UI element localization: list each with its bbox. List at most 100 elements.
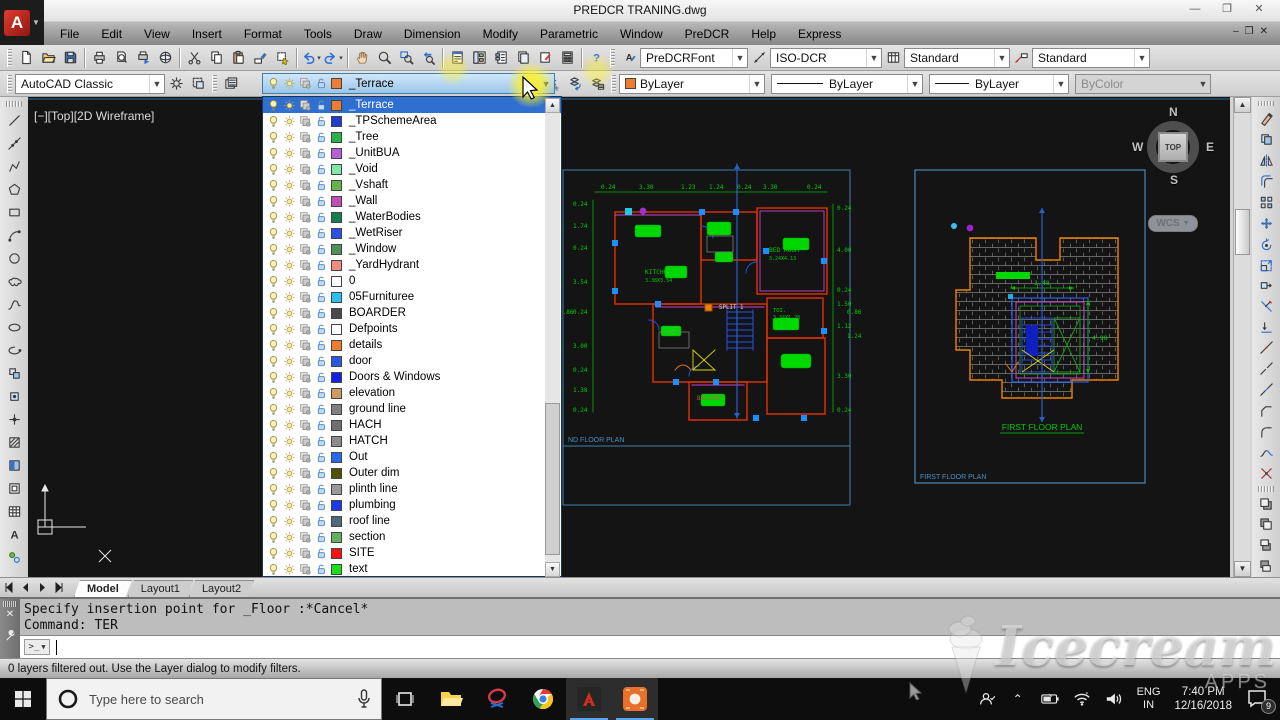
layer-unlock-icon[interactable] [315,259,328,272]
layer-vp-freeze-icon[interactable] [299,515,312,528]
undo-button[interactable]: ▾ [300,47,322,69]
layer-thaw-icon[interactable] [283,467,296,480]
layer-on-icon[interactable] [267,499,280,512]
send-under-button[interactable] [1255,556,1278,577]
layer-item-_Wall[interactable]: _Wall [263,193,561,209]
chevron-down-icon[interactable]: ▼ [749,74,764,93]
dropdown-scrollbar[interactable]: ▲ ▼ [545,98,560,577]
layer-color-swatch[interactable] [331,131,342,143]
ellipse-arc-button[interactable] [3,339,26,362]
language-indicator[interactable]: ENG IN [1137,686,1161,712]
circle-button[interactable] [3,247,26,270]
layer-vp-freeze-icon[interactable] [299,419,312,432]
move-button[interactable] [1255,213,1278,234]
quick-select-button[interactable] [271,47,293,69]
clock[interactable]: 7:40 PM 12/16/2018 [1174,685,1232,713]
copy-button[interactable] [1255,129,1278,150]
customize-icon[interactable] [187,73,209,95]
layer-vp-freeze-icon[interactable] [299,259,312,272]
layer-thaw-icon[interactable] [283,403,296,416]
scissors-app-icon[interactable] [474,678,520,720]
layer-thaw-icon[interactable] [283,131,296,144]
layer-color-swatch[interactable] [331,515,342,527]
sheetset-manager-button[interactable] [512,47,534,69]
layer-thaw-icon[interactable] [283,419,296,432]
layer-item-_Void[interactable]: _Void [263,161,561,177]
layer-unlock-icon[interactable] [315,467,328,480]
viewcube-north[interactable]: N [1169,105,1178,119]
layer-unlock-icon[interactable] [315,99,328,112]
cut-button[interactable] [183,47,205,69]
layer-unlock-icon[interactable] [315,291,328,304]
layer-color-swatch[interactable] [331,179,342,191]
icecream-recorder-icon[interactable] [612,678,658,720]
tab-layout1[interactable]: Layout1 [128,580,193,597]
tab-next-button[interactable] [35,580,50,595]
designcenter-button[interactable] [468,47,490,69]
menu-format[interactable]: Format [234,24,292,44]
layer-thaw-icon[interactable] [283,499,296,512]
layer-item-_WaterBodies[interactable]: _WaterBodies [263,209,561,225]
volume-icon[interactable] [1105,690,1123,708]
layer-vp-freeze-icon[interactable] [299,499,312,512]
layer-item-BOARDER[interactable]: BOARDER [263,305,561,321]
toolbar-grip[interactable] [1258,101,1274,107]
chevron-down-icon[interactable]: ▼ [994,48,1009,67]
start-button[interactable] [0,678,46,720]
autocad-taskbar-icon[interactable] [566,678,612,720]
menu-view[interactable]: View [134,24,180,44]
layer-item-Out[interactable]: Out [263,449,561,465]
toolbar-grip[interactable] [7,48,12,67]
rotate-button[interactable] [1255,234,1278,255]
layer-unlock-icon[interactable] [315,147,328,160]
autocad-app-button[interactable]: A ▼ [0,0,44,45]
extend-button[interactable] [1255,317,1278,338]
layer-color-swatch[interactable] [331,275,342,287]
layer-vp-freeze-icon[interactable] [299,131,312,144]
layer-on-icon[interactable] [267,195,280,208]
layer-item-HATCH[interactable]: HATCH [263,433,561,449]
layer-thaw-icon[interactable] [283,211,296,224]
layer-vp-freeze-icon[interactable] [299,77,312,90]
match-properties-button[interactable] [249,47,271,69]
plot-button[interactable] [88,47,110,69]
layer-on-icon[interactable] [267,323,280,336]
erase-button[interactable] [1255,108,1278,129]
layer-item-elevation[interactable]: elevation [263,385,561,401]
menu-draw[interactable]: Draw [344,24,392,44]
layer-vp-freeze-icon[interactable] [299,291,312,304]
pan-button[interactable] [351,47,373,69]
layer-thaw-icon[interactable] [283,115,296,128]
layer-color-swatch[interactable] [331,563,342,575]
layer-item-_WetRiser[interactable]: _WetRiser [263,225,561,241]
table-button[interactable] [3,500,26,523]
mleader-style-combo[interactable]: Standard ▼ [1032,47,1150,68]
layer-on-icon[interactable] [267,275,280,288]
layer-color-swatch[interactable] [331,435,342,447]
layer-unlock-icon[interactable] [315,243,328,256]
region-button[interactable] [3,477,26,500]
viewcube[interactable]: TOP N S W E [1132,105,1215,191]
tab-prev-button[interactable] [18,580,33,595]
layer-item-Defpoints[interactable]: Defpoints [263,321,561,337]
revision-cloud-button[interactable] [3,270,26,293]
layer-vp-freeze-icon[interactable] [299,387,312,400]
layer-thaw-icon[interactable] [283,355,296,368]
layer-item-_UnitBUA[interactable]: _UnitBUA [263,145,561,161]
layer-on-icon[interactable] [267,291,280,304]
make-block-button[interactable] [3,385,26,408]
menu-express[interactable]: Express [788,24,851,44]
layer-item-_YardHydrant[interactable]: _YardHydrant [263,257,561,273]
scroll-down-button[interactable]: ▼ [1234,561,1251,577]
chevron-down-icon[interactable]: ▼ [1134,48,1149,67]
chevron-down-icon[interactable]: ▼ [149,74,164,93]
bring-to-front-button[interactable] [1255,494,1278,515]
layer-unlock-icon[interactable] [315,227,328,240]
action-center-icon[interactable]: 9 [1246,687,1276,714]
hatch-button[interactable] [3,431,26,454]
layer-color-swatch[interactable] [331,419,342,431]
toolbar-grip[interactable] [7,74,12,93]
layer-unlock-icon[interactable] [315,339,328,352]
layer-combo[interactable]: _Terrace ▼ [262,73,555,94]
layer-unlock-icon[interactable] [315,355,328,368]
